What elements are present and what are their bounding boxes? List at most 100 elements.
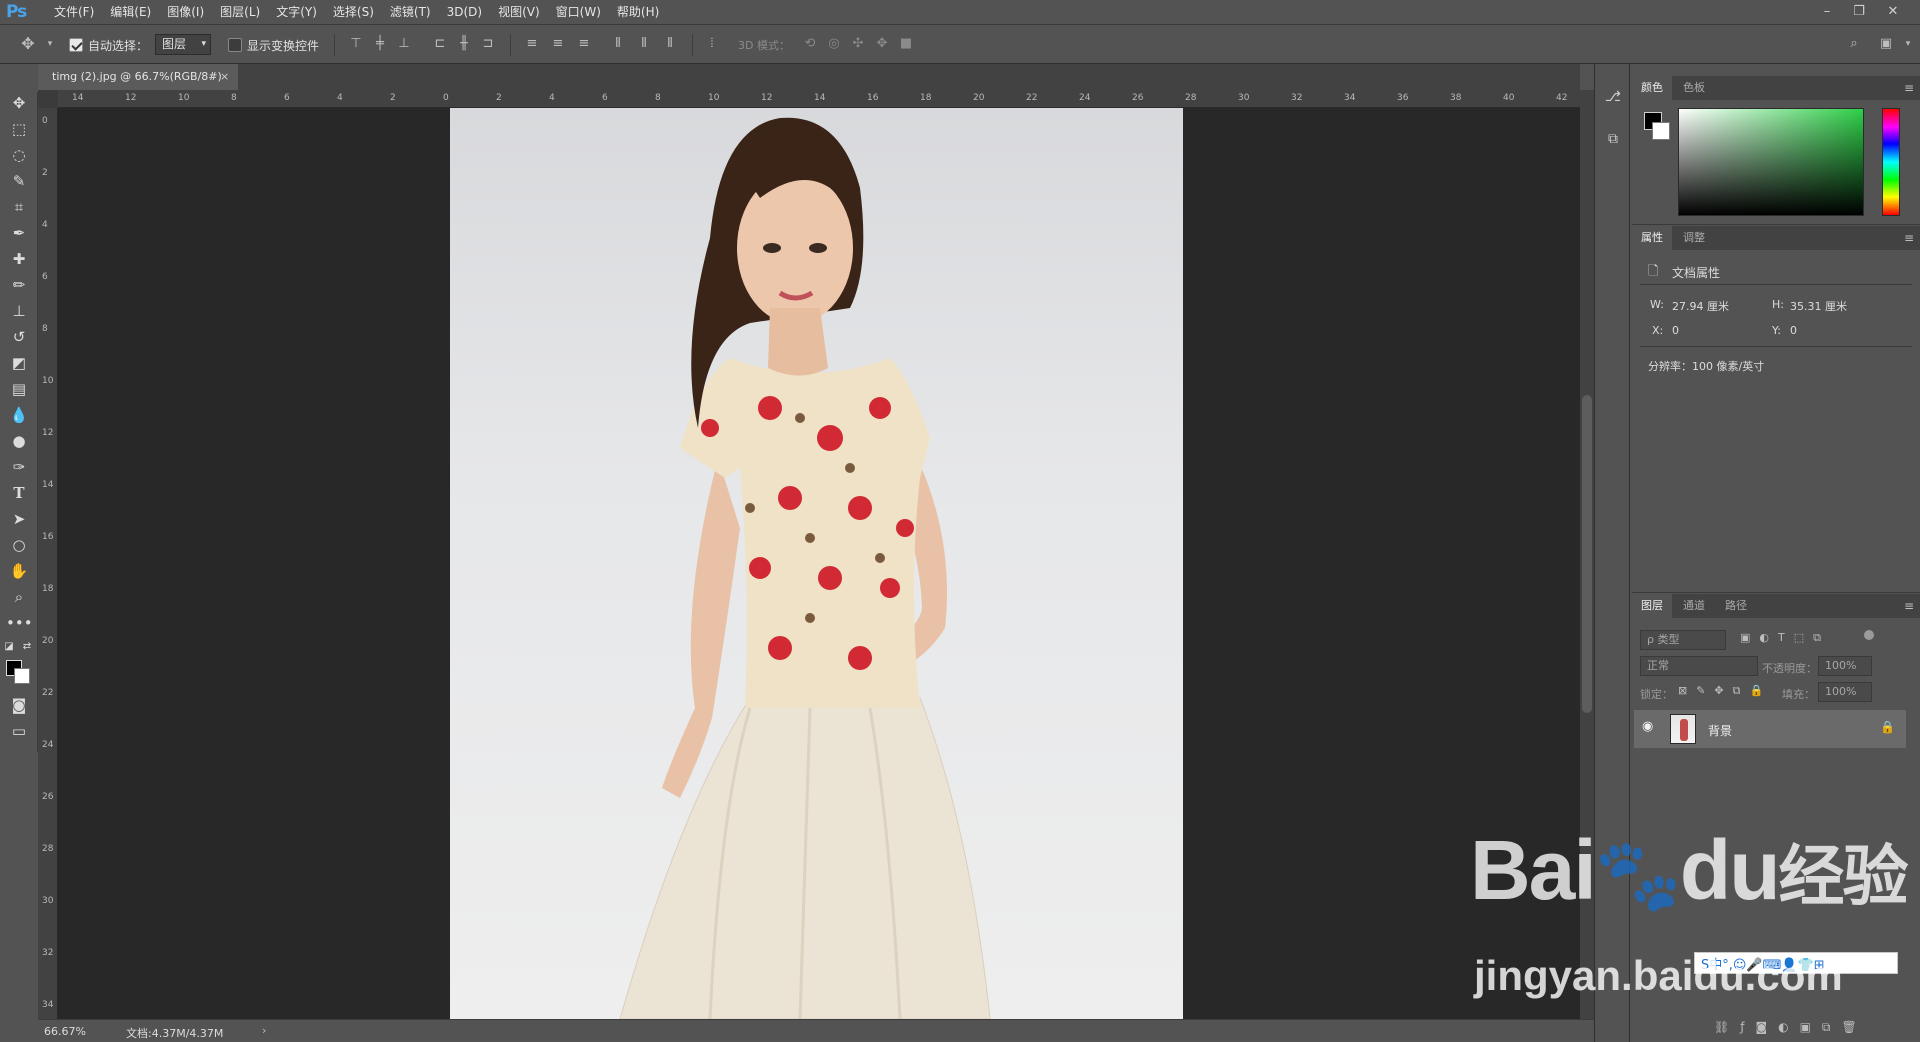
close-window-icon[interactable]: ✕ (1880, 2, 1906, 22)
distribute-left-icon[interactable]: ⫴ (608, 34, 628, 54)
tab-color[interactable]: 颜色 (1632, 76, 1672, 100)
menu-help[interactable]: 帮助(H) (609, 0, 667, 25)
panel-menu-icon[interactable]: ≡ (1904, 76, 1914, 100)
align-bottom-icon[interactable]: ⊥ (394, 34, 414, 54)
move-tool-icon[interactable]: ✥ (6, 92, 32, 114)
close-tab-icon[interactable]: × (220, 64, 234, 90)
dodge-tool-icon[interactable]: ● (6, 430, 32, 452)
menu-filter[interactable]: 滤镜(T) (382, 0, 439, 25)
properties-panel-icon[interactable]: ⧉ (1600, 126, 1626, 152)
layer-footer-icons[interactable]: ⛓ƒ◙◐▣⧉🗑 (1714, 1020, 1868, 1035)
default-colors-icon[interactable]: ◪ (2, 636, 16, 658)
clone-stamp-tool-icon[interactable]: ⊥ (6, 300, 32, 322)
menu-image[interactable]: 图像(I) (159, 0, 212, 25)
panel-menu-icon[interactable]: ≡ (1904, 226, 1914, 250)
align-left-icon[interactable]: ⊏ (430, 34, 450, 54)
hand-tool-icon[interactable]: ✋ (6, 560, 32, 582)
ellipse-tool-icon[interactable]: ○ (6, 534, 32, 556)
menu-type[interactable]: 文字(Y) (268, 0, 325, 25)
brush-tool-icon[interactable]: ✏ (6, 274, 32, 296)
menu-window[interactable]: 窗口(W) (548, 0, 609, 25)
distribute-vcenter-icon[interactable]: ≡ (548, 34, 568, 54)
pen-tool-icon[interactable]: ✑ (6, 456, 32, 478)
distribute-hcenter-icon[interactable]: ⫴ (634, 34, 654, 54)
quick-mask-icon[interactable]: ◙ (6, 694, 32, 716)
auto-select-checkbox[interactable] (69, 38, 83, 52)
layer-kind-filter[interactable]: ρ 类型 (1640, 630, 1726, 650)
path-selection-tool-icon[interactable]: ➤ (6, 508, 32, 530)
layer-visibility-eye-icon[interactable]: ◉ (1642, 719, 1653, 734)
width-value[interactable]: 27.94 厘米 (1672, 298, 1729, 314)
eraser-tool-icon[interactable]: ◩ (6, 352, 32, 374)
distribute-top-icon[interactable]: ≡ (522, 34, 542, 54)
opacity-field[interactable]: 100% (1818, 656, 1872, 676)
align-right-icon[interactable]: ⊐ (478, 34, 498, 54)
blend-mode-dropdown[interactable]: 正常 (1640, 656, 1758, 676)
align-vcenter-icon[interactable]: ╪ (370, 34, 390, 54)
show-transform-checkbox[interactable] (228, 38, 242, 52)
distribute-right-icon[interactable]: ⫴ (660, 34, 680, 54)
eyedropper-tool-icon[interactable]: ✒ (6, 222, 32, 244)
status-chevron-right-icon[interactable]: › (262, 1024, 266, 1037)
history-panel-icon[interactable]: ⎇ (1600, 84, 1626, 110)
menu-3d[interactable]: 3D(D) (439, 0, 490, 25)
tab-properties[interactable]: 属性 (1632, 226, 1672, 250)
align-hcenter-icon[interactable]: ╫ (454, 34, 474, 54)
preset-chevron-down-icon[interactable]: ▾ (40, 34, 60, 54)
workspace-icon[interactable]: ▣ (1876, 34, 1896, 54)
workspace-chevron-down-icon[interactable]: ▾ (1898, 34, 1918, 54)
document-image[interactable] (450, 108, 1183, 1019)
lasso-tool-icon[interactable]: ◌ (6, 144, 32, 166)
menu-view[interactable]: 视图(V) (490, 0, 548, 25)
menu-select[interactable]: 选择(S) (325, 0, 382, 25)
document-tab[interactable]: timg (2).jpg @ 66.7%(RGB/8#) (38, 64, 238, 90)
horizontal-ruler[interactable]: 14 12 10 8 6 4 2 0 2 4 6 8 10 12 14 16 18 20 22 24 26 28 30 32 3… (58, 90, 1580, 108)
more-tools-icon[interactable]: ••• (6, 612, 33, 634)
height-value[interactable]: 35.31 厘米 (1790, 298, 1847, 314)
layer-thumbnail[interactable] (1670, 714, 1696, 744)
quick-select-tool-icon[interactable]: ✎ (6, 170, 32, 192)
document-size-info[interactable]: 文档:4.37M/4.37M (126, 1025, 223, 1041)
hue-slider[interactable] (1882, 108, 1900, 216)
lock-options-icons[interactable]: ⊠✎✥⧉🔒 (1678, 684, 1772, 698)
filter-toggle-icon[interactable] (1864, 630, 1874, 640)
zoom-level[interactable]: 66.67% (44, 1025, 86, 1038)
3d-scale-icon[interactable]: ■ (896, 34, 916, 54)
move-tool-preset-icon[interactable]: ✥ (18, 34, 38, 54)
color-panel-background[interactable] (1652, 122, 1670, 140)
align-top-icon[interactable]: ⊤ (346, 34, 366, 54)
history-brush-tool-icon[interactable]: ↺ (6, 326, 32, 348)
3d-slide-icon[interactable]: ✥ (872, 34, 892, 54)
tab-paths[interactable]: 路径 (1716, 594, 1756, 618)
zoom-tool-icon[interactable]: ⌕ (6, 586, 32, 608)
search-icon[interactable]: ⌕ (1844, 34, 1864, 54)
tab-layers[interactable]: 图层 (1632, 594, 1672, 618)
auto-align-icon[interactable]: ⦙ (702, 34, 722, 54)
menu-layer[interactable]: 图层(L) (212, 0, 268, 25)
minimize-icon[interactable]: – (1814, 2, 1840, 22)
menu-edit[interactable]: 编辑(E) (102, 0, 159, 25)
panel-menu-icon[interactable]: ≡ (1904, 594, 1914, 618)
3d-pan-icon[interactable]: ✣ (848, 34, 868, 54)
tab-channels[interactable]: 通道 (1674, 594, 1714, 618)
gradient-tool-icon[interactable]: ▤ (6, 378, 32, 400)
vertical-ruler[interactable]: 0 2 4 6 8 10 12 14 16 18 20 22 24 26 28 30 32 34 (38, 108, 58, 1019)
distribute-bottom-icon[interactable]: ≡ (574, 34, 594, 54)
vertical-scroll-thumb[interactable] (1582, 395, 1592, 713)
healing-brush-tool-icon[interactable]: ✚ (6, 248, 32, 270)
swap-colors-icon[interactable]: ⇄ (20, 636, 34, 658)
3d-orbit-icon[interactable]: ⟲ (800, 34, 820, 54)
menu-file[interactable]: 文件(F) (46, 0, 102, 25)
layer-name[interactable]: 背景 (1708, 722, 1732, 739)
x-value[interactable]: 0 (1672, 324, 1679, 337)
background-color-swatch[interactable] (14, 668, 30, 684)
fill-field[interactable]: 100% (1818, 682, 1872, 702)
y-value[interactable]: 0 (1790, 324, 1797, 337)
tab-swatches[interactable]: 色板 (1674, 76, 1714, 100)
screen-mode-icon[interactable]: ▭ (6, 720, 32, 742)
layer-filter-icons[interactable]: ▣◐T⬚⧉ (1740, 631, 1830, 645)
tab-adjustments[interactable]: 调整 (1674, 226, 1714, 250)
blur-tool-icon[interactable]: 💧 (6, 404, 32, 426)
color-picker-field[interactable] (1678, 108, 1864, 216)
3d-roll-icon[interactable]: ◎ (824, 34, 844, 54)
